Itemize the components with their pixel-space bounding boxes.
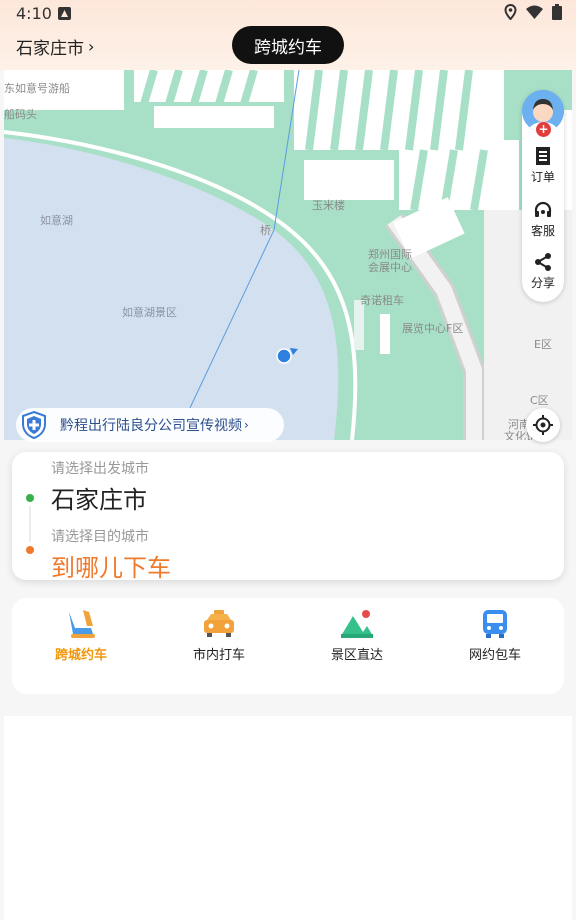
status-bar: 4:10: [0, 0, 576, 28]
location-icon: [504, 4, 517, 20]
share-label: 分享: [530, 276, 555, 290]
map-drawing: [4, 70, 572, 440]
share-button[interactable]: 分享: [522, 252, 564, 291]
service-grid: 跨城约车 市内打车 景区直达 网约包车: [12, 598, 564, 694]
page-title: 跨城约车: [232, 26, 344, 64]
current-city-label: 石家庄市: [16, 39, 84, 59]
map-label: 展览中心F区: [402, 322, 464, 335]
map-label: 如意湖: [40, 214, 73, 227]
service-label: 跨城约车: [54, 648, 107, 663]
status-time: 4:10: [16, 4, 52, 23]
map-label: 东如意号游船: [4, 82, 70, 95]
current-city-selector[interactable]: 石家庄市 ›: [16, 34, 94, 59]
service-city-taxi[interactable]: 市内打车: [164, 608, 274, 668]
origin-dot-icon: [26, 494, 34, 502]
service-label: 景区直达: [330, 648, 383, 663]
bus-icon: [483, 610, 507, 638]
map-label: 桥: [260, 224, 271, 237]
origin-hint: 请选择出发城市: [51, 461, 149, 477]
status-icons: [504, 4, 562, 20]
battery-icon: [552, 4, 562, 20]
service-charter[interactable]: 网约包车: [440, 608, 550, 668]
map-label: 船码头: [4, 108, 37, 121]
promo-text: 黔程出行陆良分公司宣传视频: [60, 418, 242, 434]
destination-dot-icon: [26, 546, 34, 554]
shield-icon: [18, 409, 50, 441]
trip-city-card: 请选择出发城市 石家庄市 请选择目的城市 到哪儿下车: [12, 452, 564, 583]
map-label: E区: [534, 338, 552, 351]
service-intercity-ride[interactable]: 跨城约车: [26, 608, 136, 668]
crosshair-icon: [533, 415, 553, 435]
add-badge-icon: +: [536, 122, 551, 137]
headset-icon: [534, 201, 552, 217]
orders-icon: [536, 147, 550, 165]
side-toolbar: + 订单 客服 分享: [522, 90, 564, 302]
orders-button[interactable]: 订单: [522, 146, 564, 185]
chevron-right-icon: ›: [88, 37, 95, 56]
map-view[interactable]: 东如意号游船 船码头 如意湖 如意湖景区 玉米楼 桥 郑州国际 会展中心 奇诺租…: [4, 70, 572, 440]
destination-hint: 请选择目的城市: [51, 529, 149, 545]
service-label: 网约包车: [468, 648, 521, 663]
map-label: 如意湖景区: [122, 306, 177, 319]
seat-icon: [69, 610, 95, 638]
service-scenic-direct[interactable]: 景区直达: [302, 608, 412, 668]
map-label: 会展中心: [368, 261, 412, 274]
route-connector: [29, 506, 31, 542]
promo-video-banner[interactable]: 黔程出行陆良分公司宣传视频 ›: [16, 408, 284, 442]
user-location-marker: [276, 348, 298, 364]
scenic-icon: [341, 610, 373, 638]
origin-city-field[interactable]: 石家庄市: [51, 480, 147, 515]
map-label: 奇诺租车: [360, 294, 404, 307]
map-label: C区: [530, 394, 549, 407]
customer-service-label: 客服: [530, 224, 555, 238]
chevron-right-icon: ›: [244, 418, 249, 432]
notification-icon: [58, 7, 71, 20]
wifi-icon: [526, 5, 543, 19]
map-label: 玉米楼: [312, 199, 345, 212]
destination-city-field[interactable]: 到哪儿下车: [51, 548, 171, 583]
taxi-icon: [204, 610, 234, 637]
service-label: 市内打车: [192, 648, 245, 663]
locate-me-button[interactable]: [526, 408, 560, 442]
share-icon: [535, 253, 551, 271]
orders-label: 订单: [530, 170, 555, 184]
content-area: [4, 716, 572, 920]
customer-service-button[interactable]: 客服: [522, 200, 564, 239]
